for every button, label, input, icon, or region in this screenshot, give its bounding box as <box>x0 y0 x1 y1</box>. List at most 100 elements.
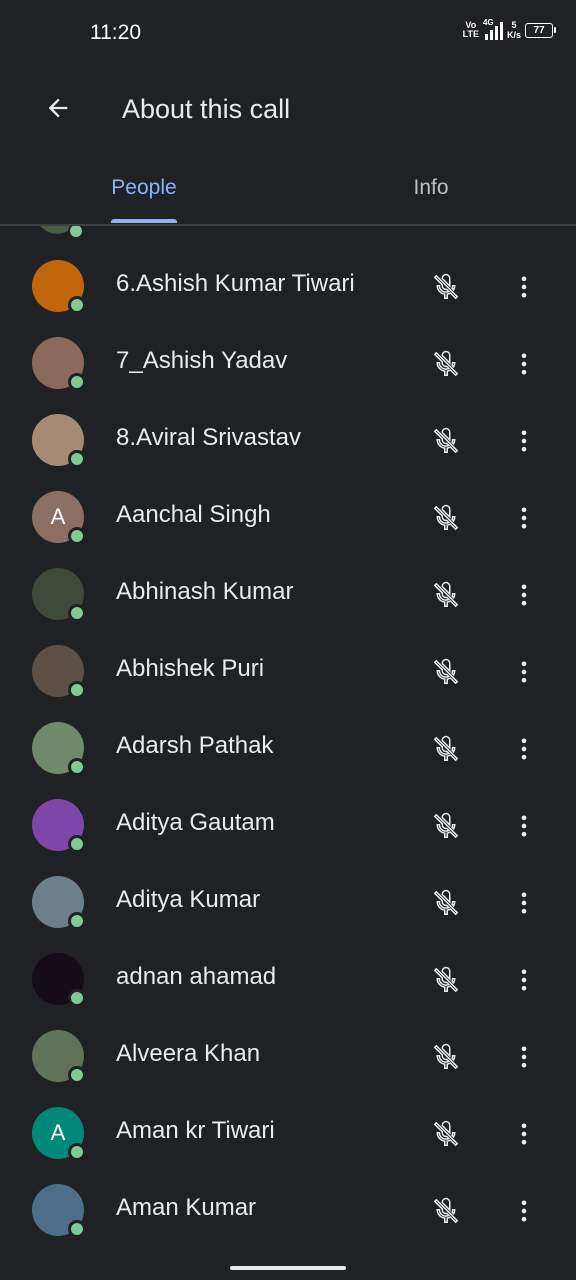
mic-off-button[interactable] <box>424 342 468 386</box>
participant-name: 8.Aviral Srivastav <box>116 424 301 451</box>
mic-off-button[interactable] <box>424 1112 468 1156</box>
more-vert-icon <box>521 1046 527 1068</box>
mic-off-icon <box>433 735 459 762</box>
more-options-button[interactable] <box>502 727 546 771</box>
list-item[interactable]: Aman Kumar <box>0 1175 576 1252</box>
more-options-button[interactable] <box>502 1189 546 1233</box>
status-time: 11:20 <box>90 21 141 44</box>
more-vert-icon <box>521 430 527 452</box>
more-vert-icon <box>521 892 527 914</box>
status-bar: 11:20 Vo LTE 4G 5 K/s 77 <box>0 0 576 64</box>
more-vert-icon <box>521 276 527 298</box>
home-indicator[interactable] <box>230 1266 346 1270</box>
mic-off-button[interactable] <box>424 1189 468 1233</box>
signal-icon: 4G <box>483 18 503 40</box>
mic-off-button[interactable] <box>424 573 468 617</box>
avatar <box>32 722 86 776</box>
participant-list[interactable]: 6.Ashish Kumar Tiwari 7_Ashish Yadav 8.Avi… <box>0 226 576 1256</box>
more-options-button[interactable] <box>502 958 546 1002</box>
list-item[interactable]: 7_Ashish Yadav <box>0 328 576 405</box>
more-vert-icon <box>521 584 527 606</box>
list-item[interactable]: 6.Ashish Kumar Tiwari <box>0 251 576 328</box>
mic-off-icon <box>433 889 459 916</box>
more-vert-icon <box>521 661 527 683</box>
list-item[interactable]: Abhinash Kumar <box>0 559 576 636</box>
presence-dot <box>68 604 86 622</box>
list-item[interactable]: Alveera Khan <box>0 1021 576 1098</box>
mic-off-button[interactable] <box>424 804 468 848</box>
more-options-button[interactable] <box>502 573 546 617</box>
more-options-button[interactable] <box>502 1112 546 1156</box>
participant-name: Adarsh Pathak <box>116 732 274 759</box>
back-button[interactable] <box>36 86 80 130</box>
tab-indicator <box>111 219 177 223</box>
presence-dot <box>68 681 86 699</box>
mic-off-button[interactable] <box>424 958 468 1002</box>
more-options-button[interactable] <box>502 265 546 309</box>
list-item[interactable]: Adarsh Pathak <box>0 713 576 790</box>
avatar: A <box>32 491 86 545</box>
more-vert-icon <box>521 738 527 760</box>
more-options-button[interactable] <box>502 496 546 540</box>
volte-indicator: Vo LTE <box>462 20 479 39</box>
mic-off-button[interactable] <box>424 1035 468 1079</box>
avatar <box>32 337 86 391</box>
list-item[interactable]: Aditya Gautam <box>0 790 576 867</box>
avatar <box>32 645 86 699</box>
avatar <box>32 1030 86 1084</box>
participant-name: Aanchal Singh <box>116 501 271 528</box>
mic-off-button[interactable] <box>424 881 468 925</box>
tab-bar: People Info <box>0 160 576 226</box>
presence-dot <box>68 450 86 468</box>
more-vert-icon <box>521 969 527 991</box>
more-options-button[interactable] <box>502 342 546 386</box>
battery-icon: 77 <box>525 22 556 38</box>
mic-off-button[interactable] <box>424 496 468 540</box>
participant-name: Alveera Khan <box>116 1040 261 1067</box>
participant-name: Aditya Kumar <box>116 886 261 913</box>
more-options-button[interactable] <box>502 1035 546 1079</box>
list-item[interactable]: 8.Aviral Srivastav <box>0 405 576 482</box>
app-bar: About this call <box>0 70 576 150</box>
mic-off-icon <box>433 1043 459 1070</box>
more-options-button[interactable] <box>502 650 546 694</box>
list-item[interactable]: A Aman kr Tiwari <box>0 1098 576 1175</box>
avatar <box>32 260 86 314</box>
mic-off-icon <box>433 427 459 454</box>
participant-name: Aditya Gautam <box>116 809 275 836</box>
participant-name: adnan ahamad <box>116 963 277 990</box>
mic-off-button[interactable] <box>424 265 468 309</box>
more-vert-icon <box>521 1123 527 1145</box>
more-options-button[interactable] <box>502 881 546 925</box>
list-item[interactable]: Abhishek Puri <box>0 636 576 713</box>
avatar <box>32 1184 86 1238</box>
list-item[interactable]: Aditya Kumar <box>0 867 576 944</box>
mic-off-icon <box>433 1197 459 1224</box>
more-options-button[interactable] <box>502 804 546 848</box>
presence-dot <box>68 1143 86 1161</box>
presence-dot <box>68 373 86 391</box>
mic-off-button[interactable] <box>424 727 468 771</box>
presence-dot <box>68 912 86 930</box>
mic-off-button[interactable] <box>424 650 468 694</box>
avatar: A <box>32 1107 86 1161</box>
mic-off-icon <box>433 1120 459 1147</box>
mic-off-icon <box>433 812 459 839</box>
page-title: About this call <box>122 94 291 124</box>
avatar <box>32 568 86 622</box>
mic-off-button[interactable] <box>424 419 468 463</box>
presence-dot <box>68 835 86 853</box>
avatar-initial: A <box>50 504 66 529</box>
avatar-initial: A <box>50 1120 66 1145</box>
mic-off-icon <box>433 966 459 993</box>
participant-name: Aman kr Tiwari <box>116 1117 275 1144</box>
tab-people[interactable]: People <box>74 160 214 222</box>
tab-info[interactable]: Info <box>370 160 492 222</box>
mic-off-icon <box>433 581 459 608</box>
avatar <box>32 799 86 853</box>
participant-name: Aman Kumar <box>116 1194 257 1221</box>
list-item[interactable]: adnan ahamad <box>0 944 576 1021</box>
net-speed: 5 K/s <box>506 20 521 40</box>
more-options-button[interactable] <box>502 419 546 463</box>
list-item[interactable]: A Aanchal Singh <box>0 482 576 559</box>
